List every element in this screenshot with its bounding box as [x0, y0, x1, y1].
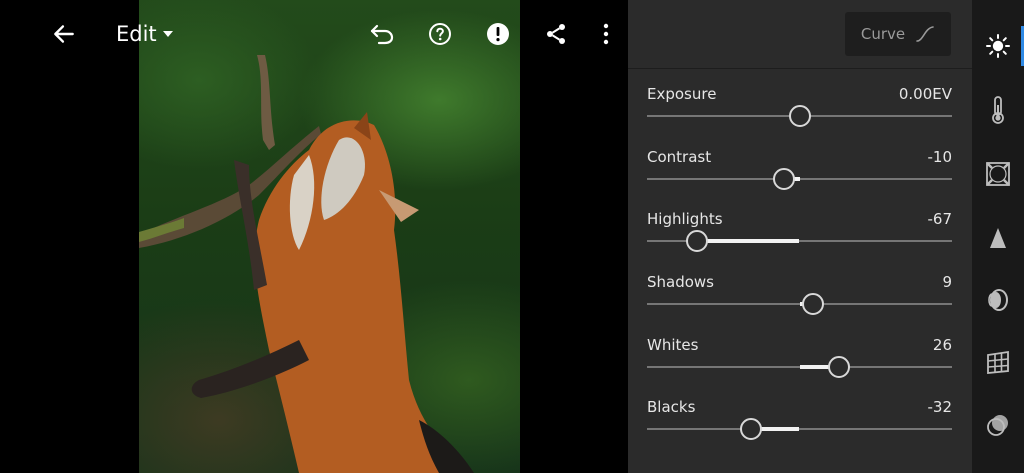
top-toolbar: Edit	[0, 0, 628, 68]
geometry-tool-button[interactable]	[972, 336, 1024, 388]
slider-value[interactable]: 9	[942, 273, 952, 291]
alert-button[interactable]	[478, 14, 518, 54]
slider-thumb[interactable]	[773, 168, 796, 190]
photo-canvas[interactable]	[0, 0, 628, 473]
light-icon	[986, 34, 1010, 58]
optics-tool-button[interactable]	[972, 274, 1024, 326]
exposure-slider: Exposure 0.00EV	[647, 85, 952, 143]
color-mix-icon	[987, 415, 1008, 436]
slider-track[interactable]	[647, 418, 952, 440]
light-adjustments-panel: Curve Exposure 0.00EV Contrast -10 Highl…	[628, 0, 972, 473]
shadows-slider: Shadows 9	[647, 273, 952, 331]
highlights-slider: Highlights -67	[647, 210, 952, 268]
edit-tools-rail	[972, 0, 1024, 473]
detail-tool-button[interactable]	[972, 212, 1024, 264]
help-button[interactable]	[420, 14, 460, 54]
chevron-down-icon	[162, 31, 173, 37]
edit-mode-dropdown[interactable]: Edit	[116, 20, 173, 48]
slider-value[interactable]: -32	[928, 398, 953, 416]
geometry-icon	[987, 350, 1009, 374]
slider-label: Exposure	[647, 85, 717, 103]
more-options-button[interactable]	[586, 14, 626, 54]
undo-button[interactable]	[362, 14, 402, 54]
slider-label: Highlights	[647, 210, 723, 228]
slider-value[interactable]: 26	[933, 336, 952, 354]
effects-vignette-icon	[986, 162, 1010, 186]
curve-button[interactable]: Curve	[845, 12, 951, 56]
slider-value[interactable]: -67	[928, 210, 953, 228]
slider-track[interactable]	[647, 168, 952, 190]
slider-track[interactable]	[647, 293, 952, 315]
more-vertical-icon	[603, 23, 609, 45]
photo-preview[interactable]	[139, 0, 520, 473]
slider-thumb[interactable]	[686, 230, 709, 252]
arrow-left-icon	[54, 25, 74, 43]
detail-sharpen-icon	[990, 228, 1006, 248]
slider-fill	[697, 239, 800, 243]
color-mix-tool-button[interactable]	[972, 400, 1024, 452]
edit-mode-label: Edit	[116, 22, 157, 46]
slider-thumb[interactable]	[788, 105, 811, 127]
color-temperature-icon	[992, 96, 1004, 124]
whites-slider: Whites 26	[647, 336, 952, 394]
effects-tool-button[interactable]	[972, 148, 1024, 200]
light-tool-button[interactable]	[972, 20, 1024, 72]
slider-label: Blacks	[647, 398, 696, 416]
contrast-slider: Contrast -10	[647, 148, 952, 206]
slider-track[interactable]	[647, 230, 952, 252]
slider-label: Contrast	[647, 148, 712, 166]
back-button[interactable]	[44, 14, 84, 54]
undo-icon	[370, 24, 394, 45]
slider-thumb[interactable]	[739, 418, 762, 440]
share-icon	[547, 24, 565, 44]
slider-track[interactable]	[647, 105, 952, 127]
tone-curve-icon	[916, 26, 934, 42]
slider-label: Shadows	[647, 273, 715, 291]
slider-track[interactable]	[647, 356, 952, 378]
slider-value[interactable]: 0.00EV	[899, 85, 952, 103]
slider-thumb[interactable]	[828, 356, 851, 378]
curve-button-label: Curve	[860, 25, 906, 43]
color-tool-button[interactable]	[972, 84, 1024, 136]
panel-header: Curve	[628, 0, 972, 69]
slider-label: Whites	[647, 336, 699, 354]
slider-thumb[interactable]	[802, 293, 825, 315]
optics-lens-icon	[988, 289, 1008, 311]
help-circle-icon	[429, 23, 451, 45]
slider-value[interactable]: -10	[928, 148, 953, 166]
share-button[interactable]	[536, 14, 576, 54]
alert-circle-icon	[487, 23, 509, 45]
blacks-slider: Blacks -32	[647, 398, 952, 456]
